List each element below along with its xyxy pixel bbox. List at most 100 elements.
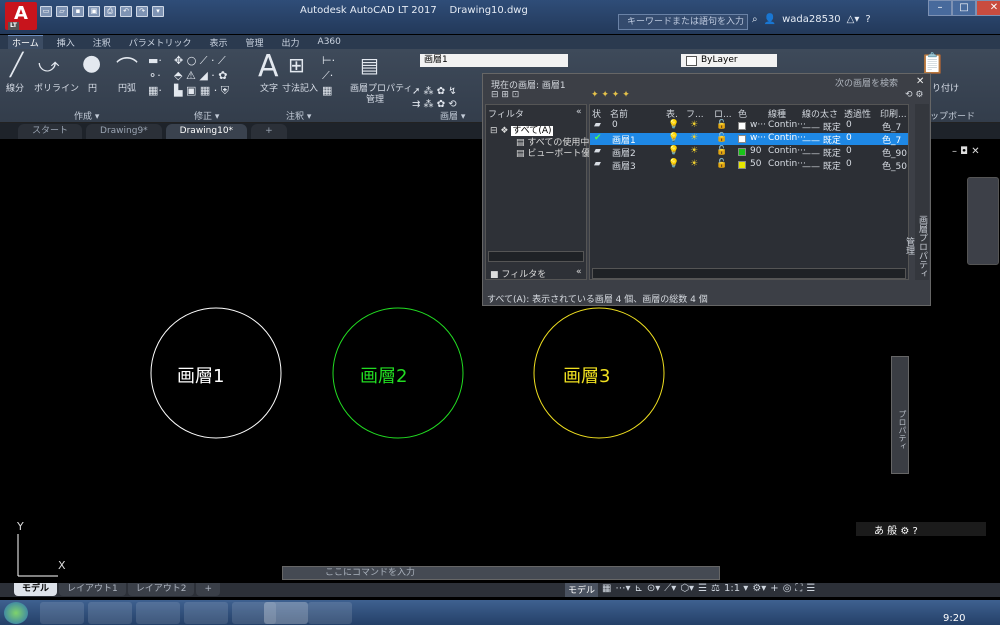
layer-lineweight[interactable]: —— 既定 xyxy=(802,120,841,133)
filter-scrollbar[interactable] xyxy=(488,251,584,262)
open-icon[interactable]: ▱ xyxy=(56,6,68,17)
tab-drawing9[interactable]: Drawing9* xyxy=(86,124,162,139)
tab-a360[interactable]: A360 xyxy=(314,37,345,47)
layer-linetype[interactable]: Contin··· xyxy=(768,146,806,156)
autocad-taskbar-button[interactable] xyxy=(264,602,308,624)
new-icon[interactable]: ▭ xyxy=(40,6,52,17)
layer-plot-style[interactable]: 色_90 xyxy=(882,146,907,159)
circle-tool-label[interactable]: 円 xyxy=(88,81,97,94)
tab-output[interactable]: 出力 xyxy=(278,36,304,49)
col-lineweight[interactable]: 線の太さ xyxy=(802,107,838,120)
modify-tools-icon[interactable]: ✥ ○ ⟋ · ⟋ ⬘ ⚠ ◢ · ✿ ▙ ▣ ▦ · ⛨ xyxy=(174,53,229,98)
osnap-icon[interactable]: ⟋▾ xyxy=(664,583,676,597)
properties-palette-collapsed[interactable]: プロパティ xyxy=(891,356,909,474)
line-tool-label[interactable]: 線分 xyxy=(6,81,24,94)
chrome-taskbar-button[interactable] xyxy=(184,602,228,624)
color-dropdown[interactable]: ByLayer xyxy=(681,54,777,67)
annotation-scale-icon[interactable]: ⚖ xyxy=(711,583,720,597)
tab-annotate[interactable]: 注釈 xyxy=(89,36,115,49)
paste-label[interactable]: り付け xyxy=(932,81,959,94)
layers-panel-title[interactable]: 画層 ▾ xyxy=(440,109,465,122)
unlock-icon[interactable]: 🔓 xyxy=(716,120,727,130)
model-space-button[interactable]: モデル xyxy=(565,583,599,597)
minimize-button[interactable]: – xyxy=(928,0,952,16)
media-taskbar-button[interactable] xyxy=(88,602,132,624)
circle-tool-icon[interactable]: ● xyxy=(82,51,101,76)
layer-row-1[interactable]: ✔ 画層1 💡 ☀ 🔓 w··· Contin··· —— 既定 0 色_7 xyxy=(590,133,908,146)
tab-layout1[interactable]: レイアウト1 xyxy=(59,583,126,596)
add-layout-button[interactable]: + xyxy=(196,583,221,596)
layer-name[interactable]: 画層2 xyxy=(612,146,636,159)
grid-icon[interactable]: ▦ xyxy=(602,583,611,597)
palette-title-strip[interactable]: 画層プロパティ管理 xyxy=(904,104,929,280)
draw-panel-title[interactable]: 作成 ▾ xyxy=(74,109,99,122)
filter-toolbar-icons[interactable]: ⊟ ⊞ ⊡ xyxy=(491,90,519,100)
polar-icon[interactable]: ⊙▾ xyxy=(647,583,660,597)
explorer-taskbar-button[interactable] xyxy=(136,602,180,624)
tab-manage[interactable]: 管理 xyxy=(242,36,268,49)
layer-color-name[interactable]: 90 xyxy=(750,146,761,156)
tab-home[interactable]: ホーム xyxy=(8,35,43,49)
paint-taskbar-button[interactable] xyxy=(308,602,352,624)
bulb-icon[interactable]: 💡 xyxy=(668,133,679,143)
bulb-icon[interactable]: 💡 xyxy=(668,120,679,130)
print-icon[interactable]: ⎙ xyxy=(104,6,116,17)
scale-value[interactable]: 1:1 ▾ xyxy=(724,583,748,597)
layer-dropdown[interactable]: 画層1 xyxy=(420,54,568,67)
paste-icon[interactable]: 📋 xyxy=(920,51,945,75)
col-freeze[interactable]: フ... xyxy=(686,107,704,120)
layer-lineweight[interactable]: —— 既定 xyxy=(802,146,841,159)
help-icon[interactable]: ? xyxy=(865,14,870,25)
filter-viewport[interactable]: ▤ ビューポート優 xyxy=(516,146,590,159)
layer-row-2[interactable]: ▰ 画層2 💡 ☀ 🔓 90 Contin··· —— 既定 0 色_90 xyxy=(590,146,908,159)
fullscreen-icon[interactable]: ⛶ xyxy=(795,583,802,597)
layer-row-0[interactable]: ▰ 0 💡 ☀ 🔓 w··· Contin··· —— 既定 0 色_7 xyxy=(590,120,908,133)
redo-icon[interactable]: ↷ xyxy=(136,6,148,17)
taskbar-clock[interactable]: 9:20 xyxy=(943,613,965,624)
annotation-tools-icon[interactable]: ⊢· ⟋· ▦ xyxy=(322,53,335,98)
layer-plot-style[interactable]: 色_50 xyxy=(882,159,907,172)
layer-toolbar-icons[interactable]: ✦ ✦ ✦ ✦ xyxy=(591,90,630,100)
plus-icon[interactable]: + xyxy=(770,583,778,597)
sun-icon[interactable]: ☀ xyxy=(690,146,698,156)
line-tool-icon[interactable]: ╱ xyxy=(10,53,23,78)
layer-properties-sublabel[interactable]: 管理 xyxy=(366,92,384,105)
layer-color-name[interactable]: 50 xyxy=(750,159,761,169)
isometric-icon[interactable]: ⬡▾ xyxy=(680,583,694,597)
layer-properties-icon[interactable]: ▤ xyxy=(360,53,379,77)
col-transparency[interactable]: 透過性 xyxy=(844,107,871,120)
layer-lineweight[interactable]: —— 既定 xyxy=(802,159,841,172)
save-icon[interactable]: ▪ xyxy=(72,6,84,17)
layer-linetype[interactable]: Contin··· xyxy=(768,133,806,143)
layer-name[interactable]: 0 xyxy=(612,120,618,130)
customize-icon[interactable]: ☰ xyxy=(806,583,815,597)
app-menu-button[interactable]: A LT xyxy=(5,2,37,30)
col-plot-style[interactable]: 印刷... xyxy=(880,107,907,120)
text-layer1[interactable]: 画層1 xyxy=(177,362,224,388)
clipboard-panel-title[interactable]: ップボード xyxy=(930,109,975,122)
bulb-icon[interactable]: 💡 xyxy=(668,159,679,169)
layer-linetype[interactable]: Contin··· xyxy=(768,159,806,169)
new-tab-button[interactable]: + xyxy=(251,124,287,139)
col-color[interactable]: 色 xyxy=(738,107,747,120)
layer-plot-style[interactable]: 色_7 xyxy=(882,120,901,133)
tab-drawing10[interactable]: Drawing10* xyxy=(165,124,248,139)
maximize-button[interactable]: □ xyxy=(952,0,976,16)
text-layer2[interactable]: 画層2 xyxy=(360,362,407,388)
sun-icon[interactable]: ☀ xyxy=(690,120,698,130)
viewcube[interactable] xyxy=(967,177,999,265)
color-swatch[interactable] xyxy=(738,122,746,130)
exchange-icon[interactable]: △▾ xyxy=(847,14,860,25)
arc-tool-label[interactable]: 円弧 xyxy=(118,81,136,94)
text-layer3[interactable]: 画層3 xyxy=(563,362,610,388)
layer-lineweight[interactable]: —— 既定 xyxy=(802,133,841,146)
save-as-icon[interactable]: ▣ xyxy=(88,6,100,17)
layer-linetype[interactable]: Contin··· xyxy=(768,120,806,130)
palette-close-icon[interactable]: ✕ xyxy=(916,76,924,87)
tab-insert[interactable]: 挿入 xyxy=(53,36,79,49)
unlock-icon[interactable]: 🔓 xyxy=(716,159,727,169)
col-status[interactable]: 状 xyxy=(592,107,601,120)
text-tool-label[interactable]: 文字 xyxy=(260,81,278,94)
modify-panel-title[interactable]: 修正 ▾ xyxy=(194,109,219,122)
color-swatch[interactable] xyxy=(738,148,746,156)
